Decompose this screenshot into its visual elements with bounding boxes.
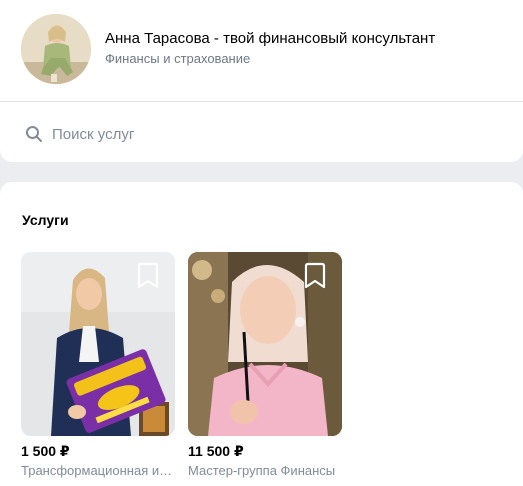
services-section: Услуги 1 500 ₽ Трансформационная игра 11… <box>0 182 523 486</box>
service-name: Трансформационная игра <box>21 463 175 478</box>
bookmark-icon[interactable] <box>302 262 328 290</box>
search-icon <box>26 126 42 142</box>
avatar-photo <box>21 14 91 84</box>
section-heading: Услуги <box>22 212 69 228</box>
service-price: 11 500 ₽ <box>188 443 244 459</box>
search-input[interactable] <box>52 123 492 145</box>
bookmark-icon[interactable] <box>135 262 161 290</box>
service-price: 1 500 ₽ <box>21 443 70 459</box>
page-subtitle: Финансы и страхование <box>105 51 251 66</box>
service-photo <box>188 252 342 436</box>
service-card[interactable]: 11 500 ₽ Мастер-группа Финансы <box>188 252 342 478</box>
profile-header: Анна Тарасова - твой финансовый консульт… <box>0 0 523 102</box>
service-name: Мастер-группа Финансы <box>188 463 336 478</box>
search-bar <box>0 102 523 162</box>
avatar[interactable] <box>21 14 91 84</box>
page-title: Анна Тарасова - твой финансовый консульт… <box>105 30 436 47</box>
service-photo <box>21 252 175 436</box>
service-card[interactable]: 1 500 ₽ Трансформационная игра <box>21 252 175 478</box>
